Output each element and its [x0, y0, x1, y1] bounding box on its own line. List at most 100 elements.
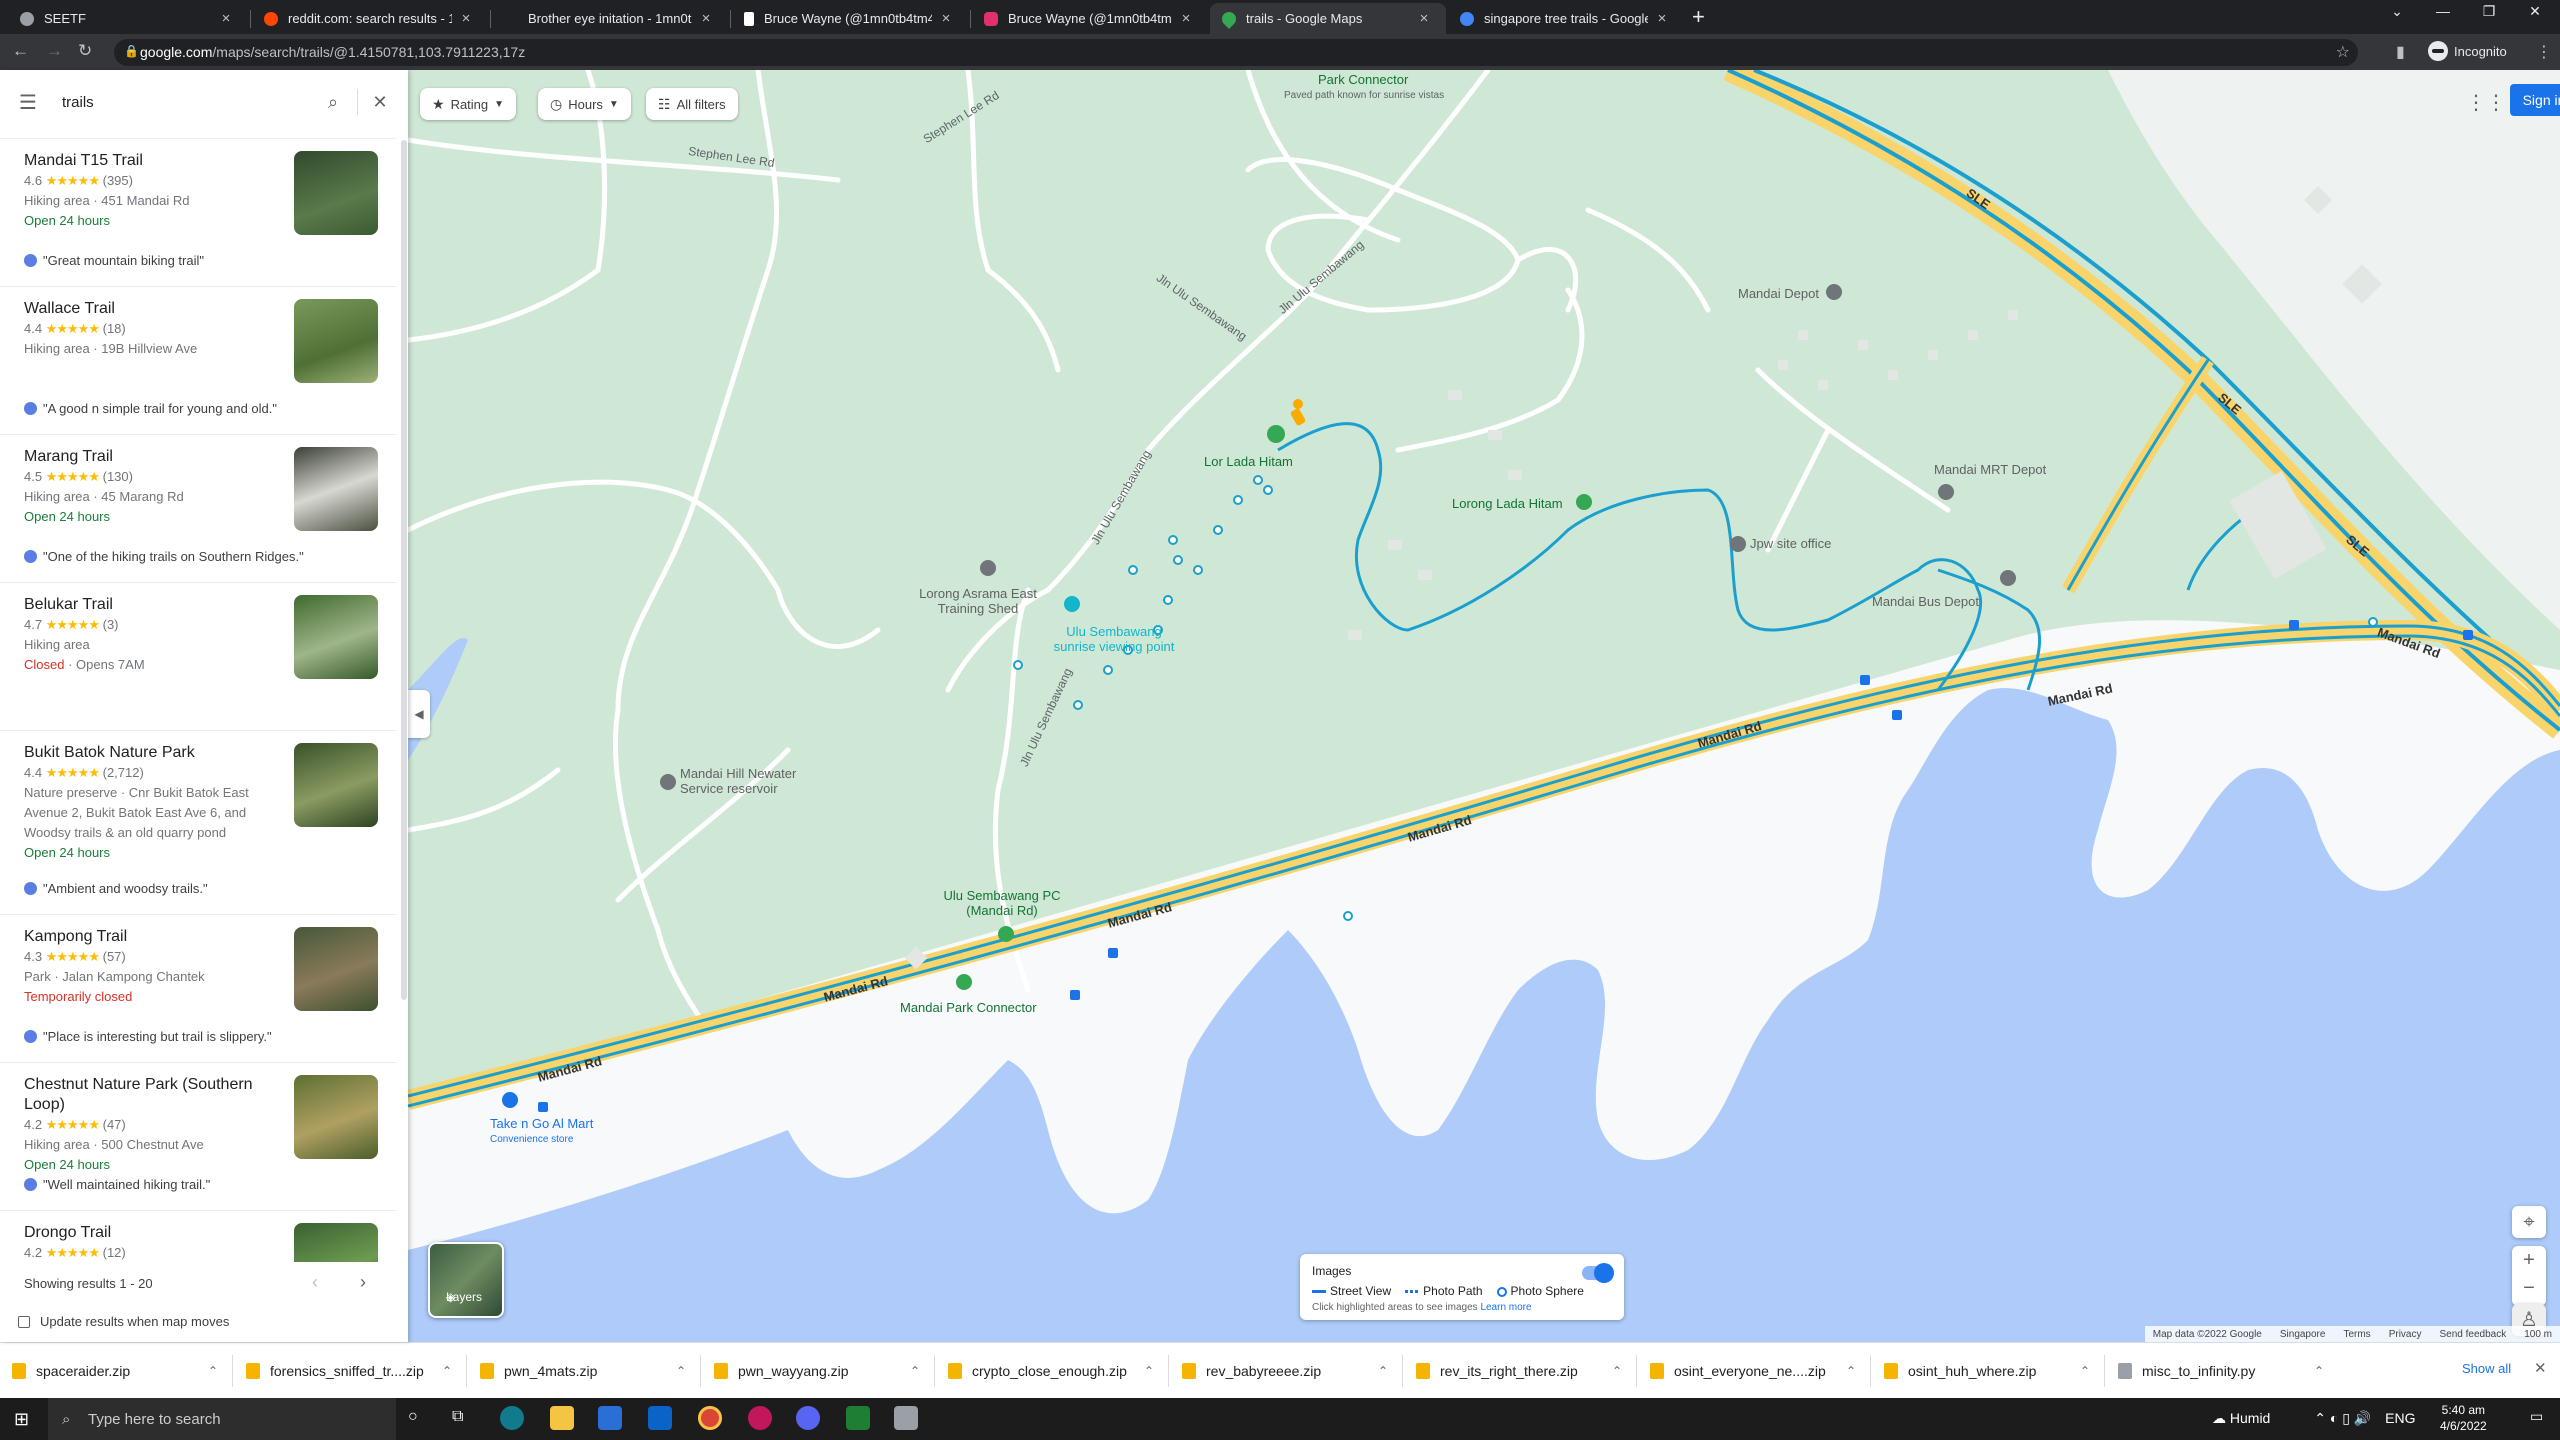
result-item[interactable]: Kampong Trail 4.3 ★★★★★ (57) Park · Jala…	[0, 915, 396, 1063]
attr-terms-link[interactable]: Terms	[2343, 1329, 2370, 1340]
download-item[interactable]: spaceraider.zip ⌃	[12, 1357, 218, 1385]
tab-google-maps[interactable]: trails - Google Maps ×	[1210, 3, 1446, 34]
map-label-lorong-lada-hitam[interactable]: Lorong Lada Hitam	[1452, 496, 1563, 511]
store-icon[interactable]	[598, 1406, 622, 1430]
close-icon[interactable]: ×	[938, 10, 954, 27]
result-item[interactable]: Wallace Trail 4.4 ★★★★★ (18) Hiking area…	[0, 287, 396, 435]
download-item[interactable]: misc_to_infinity.py ⌃	[2118, 1357, 2324, 1385]
result-name[interactable]: Kampong Trail	[24, 927, 274, 947]
zoom-out-button[interactable]: −	[2512, 1274, 2546, 1302]
result-name[interactable]: Bukit Batok Nature Park	[24, 743, 274, 763]
discord-icon[interactable]	[796, 1406, 820, 1430]
next-page-icon[interactable]: ›	[360, 1272, 366, 1293]
tab-search-icon[interactable]: ⌄	[2374, 3, 2420, 20]
tab-seetf[interactable]: SEETF ×	[8, 3, 248, 34]
checkbox[interactable]	[18, 1315, 30, 1328]
map-label-take-n-go[interactable]: Take n Go Al Mart	[490, 1116, 593, 1131]
result-item[interactable]: Chestnut Nature Park (Southern Loop) 4.2…	[0, 1063, 396, 1211]
map-label-mandai-bus-depot[interactable]: Mandai Bus Depot	[1872, 594, 1979, 609]
clear-search-icon[interactable]: ✕	[362, 92, 398, 113]
download-item[interactable]: osint_huh_where.zip ⌃	[1884, 1357, 2090, 1385]
filter-rating-chip[interactable]: ★ Rating ▼	[420, 88, 517, 120]
result-thumbnail[interactable]	[294, 151, 378, 235]
map-label-lor-lada-hitam[interactable]: Lor Lada Hitam	[1204, 454, 1293, 469]
results-scrollbar[interactable]	[401, 140, 407, 1000]
result-thumbnail[interactable]	[294, 743, 378, 827]
tab-tiktok[interactable]: Bruce Wayne (@1mn0tb4tm4m) TikTok ×	[732, 3, 968, 34]
task-view-icon[interactable]: ⧉	[452, 1408, 463, 1426]
result-item[interactable]: Marang Trail 4.5 ★★★★★ (130) Hiking area…	[0, 435, 396, 583]
result-thumbnail[interactable]	[294, 1075, 378, 1159]
zoom-in-button[interactable]: +	[2512, 1246, 2546, 1274]
close-icon[interactable]: ×	[1416, 10, 1432, 27]
close-download-bar-icon[interactable]: ✕	[2534, 1359, 2547, 1377]
mail-icon[interactable]	[648, 1406, 672, 1430]
result-item[interactable]: Bukit Batok Nature Park 4.4 ★★★★★ (2,712…	[0, 731, 396, 915]
download-item[interactable]: crypto_close_enough.zip ⌃	[948, 1357, 1154, 1385]
clock[interactable]: 5:40 am 4/6/2022	[2440, 1402, 2487, 1434]
result-thumbnail[interactable]	[294, 1223, 378, 1262]
restore-icon[interactable]: ❐	[2466, 3, 2512, 20]
result-thumbnail[interactable]	[294, 595, 378, 679]
tab-google-search[interactable]: singapore tree trails - Google Search ×	[1448, 3, 1684, 34]
app-icon[interactable]	[748, 1406, 772, 1430]
incognito-indicator[interactable]: Incognito	[2428, 41, 2507, 61]
result-name[interactable]: Drongo Trail	[24, 1223, 274, 1243]
download-item[interactable]: rev_its_right_there.zip ⌃	[1416, 1357, 1622, 1385]
result-item[interactable]: Belukar Trail 4.7 ★★★★★ (3) Hiking area …	[0, 583, 396, 731]
collapse-panel-button[interactable]: ◀	[408, 690, 430, 738]
layers-button[interactable]: ◈ Layers	[428, 1242, 504, 1318]
map-canvas[interactable]: ★ Rating ▼ ◷ Hours ▼ ☷ All filters ⋮⋮⋮ Sign i…	[408, 70, 2560, 1342]
result-name[interactable]: Marang Trail	[24, 447, 274, 467]
filter-all-chip[interactable]: ☷ All filters	[646, 88, 738, 120]
forward-icon[interactable]: →	[46, 41, 63, 61]
download-item[interactable]: pwn_4mats.zip ⌃	[480, 1357, 686, 1385]
map-label-sunrise-point[interactable]: Ulu Sembawang sunrise viewing point	[1044, 624, 1184, 654]
new-tab-icon[interactable]: +	[1692, 4, 1705, 30]
map-label-mandai-mrt-depot[interactable]: Mandai MRT Depot	[1934, 462, 2046, 477]
result-name[interactable]: Wallace Trail	[24, 299, 274, 319]
download-item[interactable]: forensics_sniffed_tr....zip ⌃	[246, 1357, 452, 1385]
search-input[interactable]	[62, 93, 313, 111]
edge-icon[interactable]	[500, 1406, 524, 1430]
reload-icon[interactable]: ↻	[78, 41, 92, 61]
menu-kebab-icon[interactable]: ⋮	[2536, 42, 2552, 62]
chrome-icon[interactable]	[698, 1406, 722, 1430]
file-explorer-icon[interactable]	[550, 1406, 574, 1430]
attr-feedback-link[interactable]: Send feedback	[2439, 1329, 2506, 1340]
close-icon[interactable]: ×	[1178, 10, 1194, 27]
windows-start-icon[interactable]: ⊞	[14, 1409, 29, 1430]
minimize-icon[interactable]: —	[2420, 3, 2466, 19]
map-label-mandai-hill-reservoir[interactable]: Mandai Hill Newater Service reservoir	[680, 766, 830, 796]
system-tray[interactable]: ☁ Humid ⌃ ◐ ▯ 🔊 ENG	[2212, 1410, 2415, 1427]
attr-region[interactable]: Singapore	[2280, 1329, 2326, 1340]
address-bar[interactable]: 🔒 google.com/maps/search/trails/@1.41507…	[114, 39, 2358, 66]
images-toggle[interactable]	[1582, 1263, 1614, 1283]
close-icon[interactable]: ×	[1654, 10, 1670, 27]
window-close-icon[interactable]: ✕	[2512, 3, 2558, 20]
result-item[interactable]: Mandai T15 Trail 4.6 ★★★★★ (395) Hiking …	[0, 139, 396, 287]
notepad-icon[interactable]	[894, 1406, 918, 1430]
tab-instagram[interactable]: Bruce Wayne (@1mn0tb4tm4m) Instagram ×	[972, 3, 1208, 34]
map-label-park-connector[interactable]: Park Connector	[1318, 72, 1408, 87]
download-item[interactable]: osint_everyone_ne....zip ⌃	[1650, 1357, 1856, 1385]
language-indicator[interactable]: ENG	[2385, 1410, 2415, 1426]
prev-page-icon[interactable]: ‹	[312, 1272, 318, 1293]
learn-more-link[interactable]: Learn more	[1480, 1302, 1531, 1313]
taskbar-search-box[interactable]: ⌕ Type here to search	[48, 1398, 396, 1440]
result-name[interactable]: Chestnut Nature Park (Southern Loop)	[24, 1075, 274, 1115]
back-icon[interactable]: ←	[12, 41, 29, 61]
result-thumbnail[interactable]	[294, 447, 378, 531]
result-thumbnail[interactable]	[294, 927, 378, 1011]
update-results-toggle[interactable]: Update results when map moves	[18, 1314, 229, 1329]
search-icon[interactable]: ⌕	[313, 92, 353, 113]
hamburger-menu-icon[interactable]: ☰	[8, 90, 48, 115]
map-label-mandai-depot[interactable]: Mandai Depot	[1738, 286, 1819, 301]
bookmark-star-icon[interactable]: ☆	[2336, 42, 2350, 62]
filter-hours-chip[interactable]: ◷ Hours ▼	[538, 88, 631, 120]
close-icon[interactable]: ×	[458, 10, 474, 27]
scale-bar[interactable]: 100 m	[2524, 1329, 2552, 1340]
map-label-jpw-site-office[interactable]: Jpw site office	[1750, 536, 1831, 551]
sign-in-button[interactable]: Sign in	[2510, 84, 2560, 116]
result-item[interactable]: Drongo Trail 4.2 ★★★★★ (12)	[0, 1211, 396, 1262]
